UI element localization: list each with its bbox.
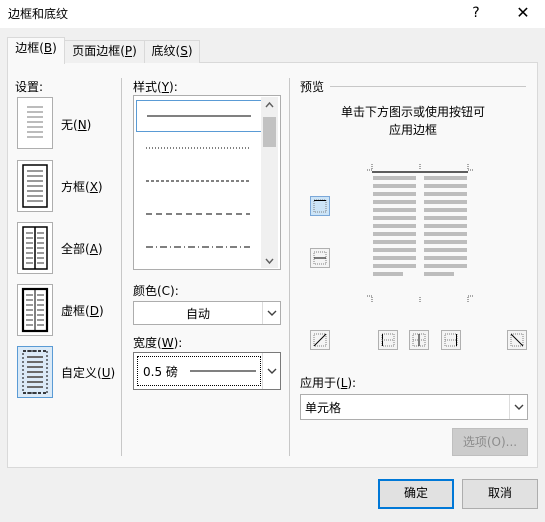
width-line-sample <box>190 370 256 372</box>
settings-separator <box>121 78 122 456</box>
width-heading: 宽度(W): <box>133 336 183 350</box>
scroll-up-icon[interactable] <box>264 99 275 113</box>
apply-to-dropdown[interactable]: 单元格 <box>300 394 528 420</box>
preview-separator <box>289 78 290 456</box>
chevron-down-icon[interactable] <box>509 395 527 419</box>
setting-grid-label[interactable]: 虚框(D) <box>61 302 104 319</box>
close-button[interactable]: ✕ <box>505 0 541 28</box>
preview-hint-line2: 应用边框 <box>388 123 437 137</box>
setting-box-label[interactable]: 方框(X) <box>61 178 103 195</box>
inside-horizontal-border-button[interactable] <box>310 248 330 268</box>
setting-none-label[interactable]: 无(N) <box>61 116 91 133</box>
left-border-button[interactable] <box>378 330 398 350</box>
tab-page-border[interactable]: 页面边框(P) <box>64 40 145 63</box>
style-option-dashed-small[interactable] <box>136 166 260 196</box>
setting-none-icon[interactable] <box>17 97 53 149</box>
chevron-down-icon[interactable] <box>262 353 280 389</box>
help-button[interactable]: ? <box>458 0 494 28</box>
width-value: 0.5 磅 <box>143 365 178 379</box>
ok-button[interactable]: 确定 <box>378 479 454 509</box>
setting-box-icon[interactable] <box>17 160 53 212</box>
setting-all-icon[interactable] <box>17 222 53 274</box>
apply-to-value: 单元格 <box>305 401 342 415</box>
window-title: 边框和底纹 <box>8 7 69 21</box>
tab-borders[interactable]: 边框(B) <box>7 37 65 64</box>
options-button[interactable]: 选项(O)... <box>452 428 528 456</box>
preview-column-left <box>373 176 416 280</box>
style-listbox[interactable] <box>133 95 281 270</box>
style-option-dash-dot[interactable] <box>136 232 260 262</box>
preview-document <box>372 174 468 284</box>
style-option-solid[interactable] <box>136 100 262 132</box>
setting-all-label[interactable]: 全部(A) <box>61 240 103 257</box>
diagonal-down-border-button[interactable] <box>507 330 527 350</box>
style-option-dashed[interactable] <box>136 199 260 229</box>
setting-custom-icon[interactable] <box>17 346 53 398</box>
settings-heading: 设置: <box>15 80 44 94</box>
right-border-button[interactable] <box>441 330 461 350</box>
setting-custom-label[interactable]: 自定义(U) <box>61 364 115 381</box>
chevron-down-icon[interactable] <box>262 302 280 324</box>
tab-shading[interactable]: 底纹(S) <box>144 40 200 63</box>
preview-diagram[interactable] <box>366 164 474 302</box>
preview-column-right <box>424 176 467 280</box>
style-option-dotted[interactable] <box>136 133 260 163</box>
color-heading: 颜色(C): <box>133 284 179 298</box>
style-heading: 样式(Y): <box>133 80 178 94</box>
cancel-button[interactable]: 取消 <box>462 479 538 509</box>
top-border-button[interactable] <box>310 196 330 216</box>
preview-hint-line1: 单击下方图示或使用按钮可 <box>340 105 485 119</box>
color-value: 自动 <box>185 307 210 321</box>
color-dropdown[interactable]: 自动 <box>133 301 281 325</box>
scroll-thumb[interactable] <box>263 117 276 147</box>
inside-vertical-border-button[interactable] <box>409 330 429 350</box>
scroll-down-icon[interactable] <box>264 255 275 269</box>
width-dropdown[interactable]: 0.5 磅 <box>133 352 281 390</box>
apply-to-heading: 应用于(L): <box>300 376 357 390</box>
preview-heading-line <box>330 86 526 87</box>
style-scrollbar[interactable] <box>261 97 278 268</box>
preview-heading: 预览 <box>300 80 325 94</box>
diagonal-up-border-button[interactable] <box>310 330 330 350</box>
setting-grid-icon[interactable] <box>17 284 53 336</box>
